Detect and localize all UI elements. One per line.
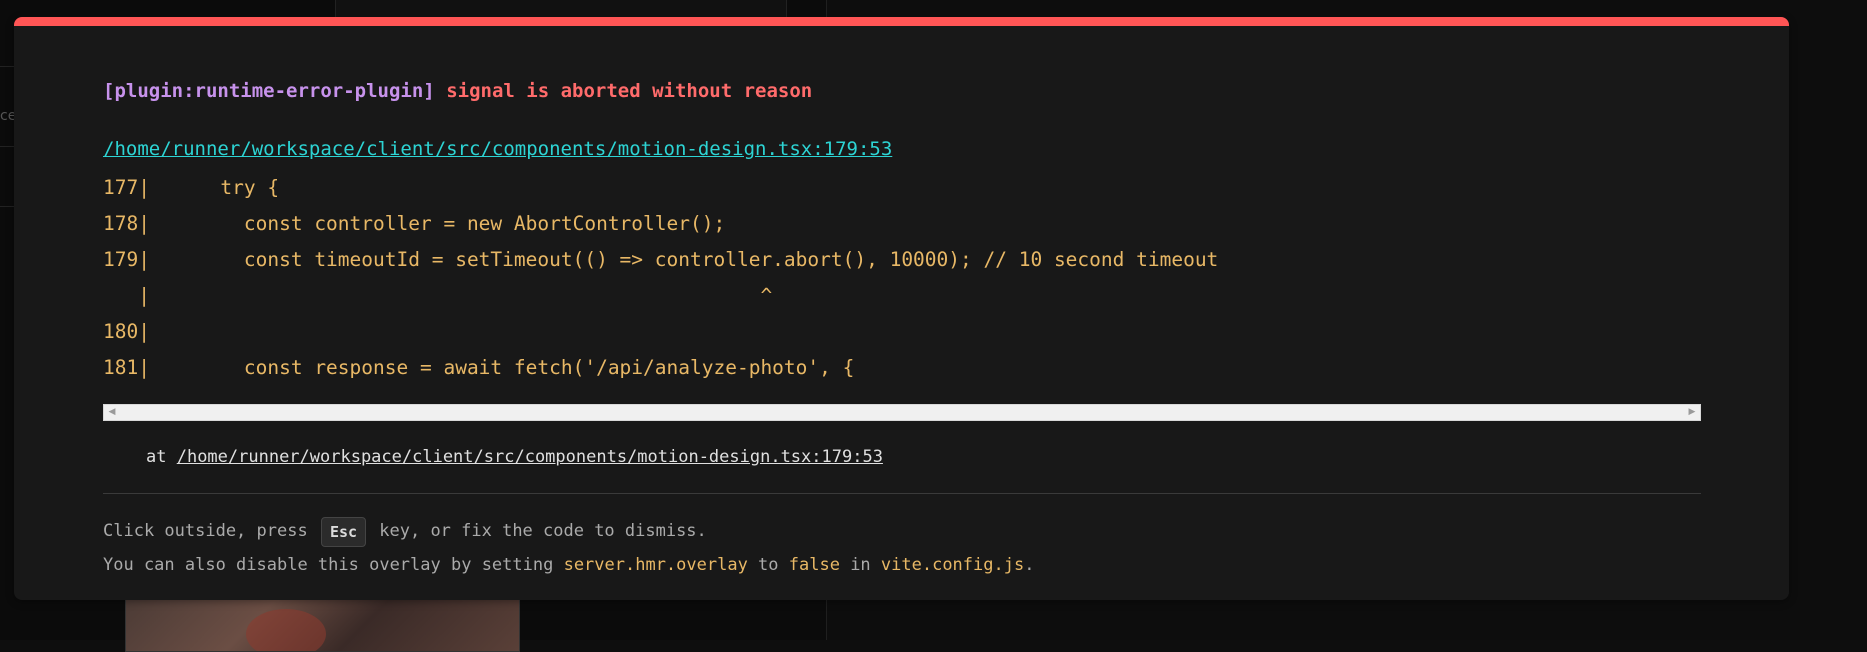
code-line: 178| const controller = new AbortControl… [103, 212, 726, 235]
code-line: 179| const timeoutId = setTimeout(() => … [103, 248, 1219, 271]
config-file-name: vite.config.js [880, 555, 1025, 575]
plugin-name: [plugin:runtime-error-plugin] [103, 80, 435, 102]
tip-text: Click outside, press [103, 521, 318, 541]
esc-key-badge: Esc [320, 517, 367, 547]
error-file-link[interactable]: /home/runner/workspace/client/src/compon… [103, 138, 892, 160]
code-frame: 177| try { 178| const controller = new A… [103, 170, 1701, 402]
disable-overlay-tip: You can also disable this overlay by set… [103, 555, 1034, 575]
tip-text: You can also disable this overlay by set… [103, 555, 564, 575]
code-line: 180| [103, 320, 150, 343]
tip-text: to [747, 555, 789, 575]
error-message: signal is aborted without reason [446, 80, 813, 102]
scroll-right-icon[interactable]: ▶ [1685, 405, 1699, 420]
code-line: 177| try { [103, 176, 280, 199]
stack-file-link[interactable]: /home/runner/workspace/client/src/compon… [177, 447, 883, 467]
tip-text: in [839, 555, 881, 575]
overlay-divider [103, 493, 1701, 494]
dismiss-tip: Click outside, press Esc key, or fix the… [103, 516, 707, 547]
tip-text: . [1024, 555, 1035, 575]
scroll-left-icon[interactable]: ◀ [105, 405, 119, 420]
tip-text: key, or fix the code to dismiss. [369, 521, 707, 541]
config-setting-name: server.hmr.overlay [563, 555, 748, 575]
code-frame-horizontal-scrollbar[interactable]: ◀ ▶ [103, 404, 1701, 421]
config-setting-value: false [788, 555, 840, 575]
stack-trace: at /home/runner/workspace/client/src/com… [146, 447, 883, 467]
error-overlay[interactable]: [plugin:runtime-error-plugin] signal is … [14, 17, 1789, 600]
code-caret-line: | ^ [103, 284, 773, 307]
stack-prefix: at [146, 447, 177, 467]
code-line: 181| const response = await fetch('/api/… [103, 356, 855, 379]
error-title: [plugin:runtime-error-plugin] signal is … [103, 80, 812, 102]
